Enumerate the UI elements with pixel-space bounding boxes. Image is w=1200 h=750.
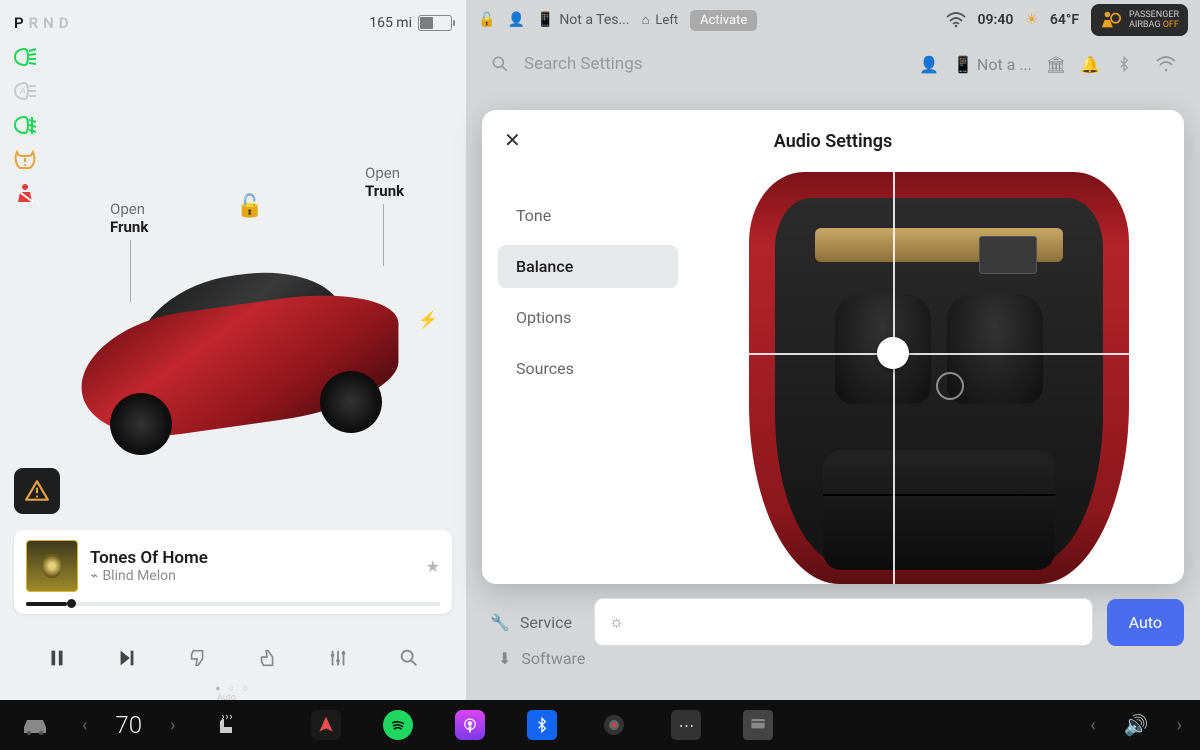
- battery-icon: [418, 15, 452, 31]
- search-icon: [490, 54, 510, 74]
- open-frunk-button[interactable]: OpenFrunk: [110, 200, 148, 236]
- auto-headlight-icon: A: [12, 80, 38, 102]
- cards-app-icon[interactable]: [743, 710, 773, 740]
- driver-temp-control: ‹ 70 ›: [82, 711, 175, 739]
- volume-down-button[interactable]: ‹: [1090, 715, 1095, 736]
- close-button[interactable]: ✕: [504, 128, 521, 152]
- svg-text:A: A: [20, 87, 26, 97]
- settings-search-row: Search Settings 👤 📱 Not a ... 🏛 🔔: [466, 40, 1200, 88]
- clock: 09:40: [978, 12, 1014, 28]
- search-media-button[interactable]: [392, 644, 426, 672]
- modal-title: Audio Settings: [774, 131, 892, 152]
- unlock-icon[interactable]: 🔓: [236, 194, 263, 219]
- gear-p: P: [14, 14, 24, 32]
- wifi-icon-2[interactable]: [1156, 54, 1176, 74]
- volume-icon[interactable]: 🔊: [1124, 713, 1149, 737]
- balance-crosshair-h: [749, 353, 1129, 355]
- tpms-warning-icon: [12, 148, 38, 170]
- bottom-bar: ‹ 70 › Auto ⋯ ‹ 🔊 ›: [0, 700, 1200, 750]
- driver-temp[interactable]: 70: [115, 711, 142, 739]
- outside-temp: 64°F: [1050, 12, 1079, 28]
- media-controls: [14, 638, 452, 678]
- seat-heat-button[interactable]: Auto: [209, 708, 243, 742]
- range-readout: 165 mi: [369, 15, 412, 31]
- tab-sources[interactable]: Sources: [498, 347, 678, 390]
- favorite-button[interactable]: ★: [426, 557, 440, 576]
- car-status-panel: P R N D 165 mi A OpenFrunk OpenTrunk 🔓 ⚡: [0, 0, 466, 700]
- bluetooth-app-icon[interactable]: [527, 710, 557, 740]
- main-content-panel: 🔓 👤 📱Not a Tes... ⌂ Left Activate 09:40 …: [466, 0, 1200, 700]
- brightness-icon: ☼: [609, 612, 624, 632]
- airbag-indicator: PASSENGERAIRBAG OFF: [1091, 4, 1188, 36]
- pause-button[interactable]: [40, 644, 74, 672]
- sentry-icon[interactable]: 🏛: [1046, 54, 1066, 74]
- gear-d: D: [59, 14, 69, 32]
- nav-app-icon[interactable]: [311, 710, 341, 740]
- balance-crosshair-v: [893, 172, 895, 584]
- tab-balance[interactable]: Balance: [498, 245, 678, 288]
- balance-center-marker: [936, 372, 964, 400]
- gear-selector: P R N D: [14, 14, 69, 32]
- homelink-button[interactable]: ⌂ Left: [642, 12, 679, 28]
- track-title: Tones Of Home: [90, 548, 414, 568]
- fog-light-icon: [12, 114, 38, 136]
- gear-n: N: [43, 14, 54, 32]
- audio-tabs: Tone Balance Options Sources: [482, 172, 694, 584]
- album-art: [26, 540, 78, 592]
- audio-settings-modal: ✕ Audio Settings Tone Balance Options So…: [482, 110, 1184, 584]
- volume-up-button[interactable]: ›: [1177, 715, 1182, 736]
- thumbs-down-button[interactable]: [181, 644, 215, 672]
- profile-name[interactable]: 📱Not a Tes...: [537, 12, 630, 28]
- media-progress[interactable]: [26, 602, 440, 606]
- sun-icon: ☀: [1025, 12, 1038, 28]
- lock-icon[interactable]: 🔓: [478, 12, 495, 28]
- open-trunk-button[interactable]: OpenTrunk: [365, 164, 404, 200]
- temp-up-button[interactable]: ›: [170, 715, 175, 736]
- dashcam-app-icon[interactable]: [599, 710, 629, 740]
- brightness-control[interactable]: ☼: [594, 598, 1093, 646]
- activate-button[interactable]: Activate: [690, 10, 757, 31]
- equalizer-button[interactable]: [321, 644, 355, 672]
- profile-icon[interactable]: 👤: [507, 12, 524, 28]
- profile-icon-2[interactable]: 👤: [919, 54, 939, 74]
- track-artist: ⌁Blind Melon: [90, 568, 414, 584]
- settings-software[interactable]: ⬇ Software: [490, 639, 593, 678]
- wifi-icon[interactable]: [946, 12, 966, 28]
- status-bar: 🔓 👤 📱Not a Tes... ⌂ Left Activate 09:40 …: [466, 0, 1200, 40]
- seatbelt-warning-icon: [12, 182, 38, 204]
- podcasts-app-icon[interactable]: [455, 710, 485, 740]
- gear-r: R: [29, 14, 39, 32]
- balance-view: [694, 172, 1184, 584]
- tab-options[interactable]: Options: [498, 296, 678, 339]
- cast-icon: ⌁: [90, 568, 98, 584]
- more-apps-icon[interactable]: ⋯: [671, 710, 701, 740]
- thumbs-up-button[interactable]: [251, 644, 285, 672]
- balance-fader-handle[interactable]: [877, 337, 909, 369]
- headlight-on-icon: [12, 46, 38, 68]
- next-track-button[interactable]: [110, 644, 144, 672]
- brightness-auto-button[interactable]: Auto: [1107, 599, 1184, 646]
- bluetooth-icon[interactable]: [1114, 54, 1134, 74]
- volume-control: ‹ 🔊 ›: [1090, 713, 1182, 737]
- media-card[interactable]: Tones Of Home ⌁Blind Melon ★: [14, 530, 452, 614]
- tab-tone[interactable]: Tone: [498, 194, 678, 237]
- temp-down-button[interactable]: ‹: [82, 715, 87, 736]
- car-app-button[interactable]: [18, 708, 52, 742]
- spotify-app-icon[interactable]: [383, 710, 413, 740]
- search-settings-input[interactable]: Search Settings: [524, 54, 905, 74]
- alerts-button[interactable]: [14, 468, 60, 514]
- phone-name[interactable]: 📱 Not a ...: [953, 54, 1032, 74]
- car-top-view: [749, 172, 1129, 584]
- settings-service[interactable]: 🔧 Service: [482, 603, 580, 642]
- notifications-icon[interactable]: 🔔: [1080, 54, 1100, 74]
- car-render[interactable]: [40, 235, 440, 485]
